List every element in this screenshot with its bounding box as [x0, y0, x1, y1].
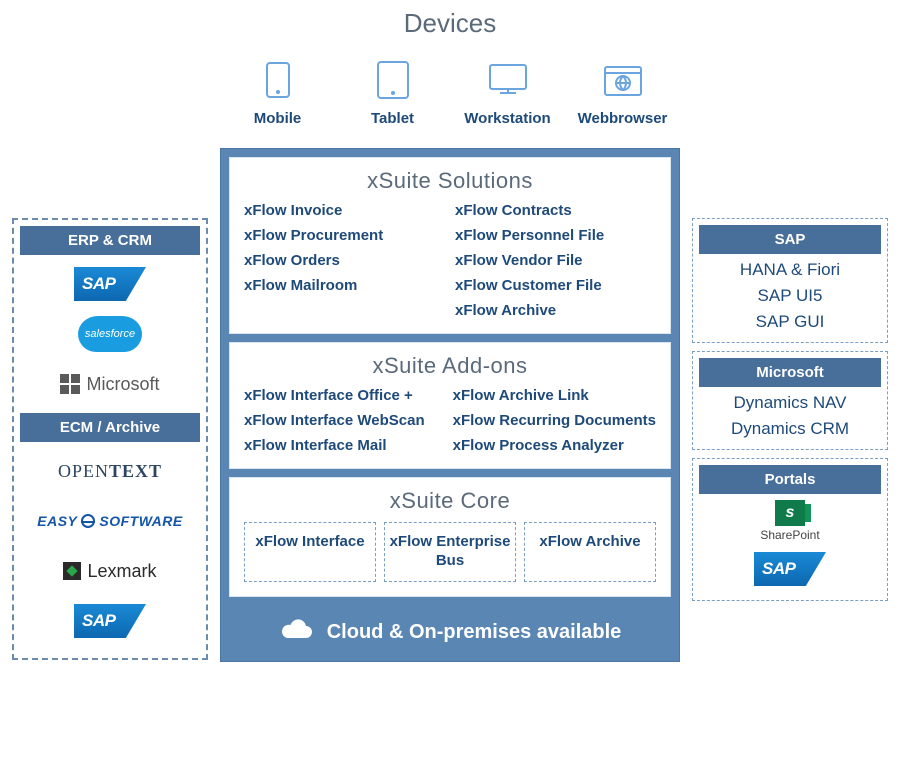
- device-workstation: Workstation: [453, 60, 563, 127]
- device-mobile: Mobile: [223, 60, 333, 127]
- easy-circle-icon: [81, 514, 95, 528]
- device-label: Tablet: [371, 110, 414, 127]
- addon-item: xFlow Interface Mail: [244, 437, 443, 454]
- solution-item: xFlow Mailroom: [244, 277, 445, 294]
- solution-item: xFlow Invoice: [244, 202, 445, 219]
- sap-line: SAP GUI: [699, 312, 881, 332]
- microsoft-header: Microsoft: [699, 358, 881, 387]
- device-label: Workstation: [464, 110, 550, 127]
- solution-item: xFlow Vendor File: [455, 252, 656, 269]
- device-label: Mobile: [254, 110, 302, 127]
- diagram-stage: Devices Mobile Tablet Workstation Webbro…: [0, 0, 900, 760]
- addon-item: xFlow Archive Link: [453, 387, 656, 404]
- solution-item: xFlow Orders: [244, 252, 445, 269]
- device-label: Webbrowser: [578, 110, 668, 127]
- panel-title: xSuite Core: [244, 488, 656, 514]
- ms-line: Dynamics CRM: [699, 419, 881, 439]
- ecm-archive-header: ECM / Archive: [20, 413, 200, 442]
- core-box-bus: xFlow Enterprise Bus: [384, 522, 516, 582]
- sharepoint-tile-icon: s: [775, 500, 805, 526]
- panel-solutions: xSuite Solutions xFlow Invoice xFlow Pro…: [229, 157, 671, 334]
- core-box-interface: xFlow Interface: [244, 522, 376, 582]
- addon-item: xFlow Interface Office +: [244, 387, 443, 404]
- solution-item: xFlow Contracts: [455, 202, 656, 219]
- solution-item: xFlow Archive: [455, 302, 656, 319]
- device-tablet: Tablet: [338, 60, 448, 127]
- right-column: SAP HANA & Fiori SAP UI5 SAP GUI Microso…: [692, 218, 888, 601]
- logo-easy-software: EASY SOFTWARE: [20, 500, 200, 542]
- cloud-bar: Cloud & On-premises available: [229, 605, 671, 661]
- logo-sap-3: SAP: [699, 548, 881, 590]
- sap-line: HANA & Fiori: [699, 260, 881, 280]
- addon-item: xFlow Process Analyzer: [453, 437, 656, 454]
- block-microsoft: Microsoft Dynamics NAV Dynamics CRM: [692, 351, 888, 450]
- lexmark-square-icon: [63, 562, 81, 580]
- core-box-archive: xFlow Archive: [524, 522, 656, 582]
- mobile-icon: [258, 60, 298, 100]
- block-portals: Portals s SharePoint SAP: [692, 458, 888, 601]
- panel-title: xSuite Solutions: [244, 168, 656, 194]
- microsoft-grid-icon: [60, 374, 80, 394]
- device-webbrowser: Webbrowser: [568, 60, 678, 127]
- devices-title: Devices: [220, 8, 680, 39]
- center-stack: xSuite Solutions xFlow Invoice xFlow Pro…: [220, 148, 680, 662]
- ms-line: Dynamics NAV: [699, 393, 881, 413]
- cloud-icon: [279, 618, 313, 648]
- panel-core: xSuite Core xFlow Interface xFlow Enterp…: [229, 477, 671, 597]
- panel-title: xSuite Add-ons: [244, 353, 656, 379]
- cloud-bar-text: Cloud & On-premises available: [327, 621, 622, 644]
- webbrowser-icon: [603, 60, 643, 100]
- solution-item: xFlow Procurement: [244, 227, 445, 244]
- logo-sap: SAP: [20, 263, 200, 305]
- logo-sharepoint: s SharePoint: [699, 500, 881, 542]
- workstation-icon: [488, 60, 528, 100]
- logo-salesforce: salesforce: [20, 313, 200, 355]
- addon-item: xFlow Recurring Documents: [453, 412, 656, 429]
- solution-item: xFlow Customer File: [455, 277, 656, 294]
- sap-header: SAP: [699, 225, 881, 254]
- logo-lexmark: Lexmark: [20, 550, 200, 592]
- left-column: ERP & CRM SAP salesforce Microsoft ECM /…: [12, 218, 208, 660]
- tablet-icon: [373, 60, 413, 100]
- panel-addons: xSuite Add-ons xFlow Interface Office + …: [229, 342, 671, 469]
- erp-crm-header: ERP & CRM: [20, 226, 200, 255]
- addon-item: xFlow Interface WebScan: [244, 412, 443, 429]
- sap-line: SAP UI5: [699, 286, 881, 306]
- block-sap: SAP HANA & Fiori SAP UI5 SAP GUI: [692, 218, 888, 343]
- devices-row: Mobile Tablet Workstation Webbrowser: [220, 60, 680, 127]
- logo-microsoft: Microsoft: [20, 363, 200, 405]
- solution-item: xFlow Personnel File: [455, 227, 656, 244]
- portals-header: Portals: [699, 465, 881, 494]
- logo-opentext: OPENTEXT: [20, 450, 200, 492]
- logo-sap-2: SAP: [20, 600, 200, 642]
